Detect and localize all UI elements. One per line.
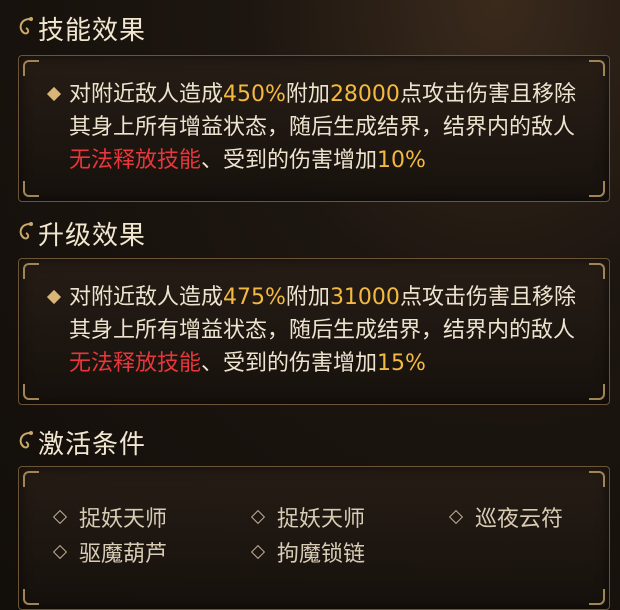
upgrade-effect-title: 升级效果 [14,215,146,252]
activation-condition-panel: 捉妖天师 捉妖天师 巡夜云符 驱魔葫芦 拘魔锁链 [18,466,610,610]
condition-item[interactable]: 捉妖天师 [250,501,365,533]
diamond-outline-icon [250,509,266,525]
condition-item[interactable]: 拘魔锁链 [250,536,365,568]
swirl-ornament-icon [19,430,33,448]
skill-effect-description: 对附近敌人造成450%附加28000点攻击伤害且移除其身上所有增益状态，随后生成… [69,82,576,173]
skill-effect-title: 技能效果 [14,10,146,47]
upgrade-effect-description: 对附近敌人造成475%附加31000点攻击伤害且移除其身上所有增益状态，随后生成… [69,285,576,376]
bullet-diamond-icon [46,86,62,102]
diamond-outline-icon [52,509,68,525]
activation-condition-title: 激活条件 [14,424,146,461]
condition-item[interactable]: 捉妖天师 [52,501,167,533]
upgrade-effect-panel: 对附近敌人造成475%附加31000点攻击伤害且移除其身上所有增益状态，随后生成… [18,258,610,405]
swirl-ornament-icon [19,221,33,239]
swirl-ornament-icon [19,16,33,34]
condition-item[interactable]: 巡夜云符 [448,501,563,533]
skill-effect-panel: 对附近敌人造成450%附加28000点攻击伤害且移除其身上所有增益状态，随后生成… [18,55,610,202]
diamond-outline-icon [52,544,68,560]
bullet-diamond-icon [46,289,62,305]
diamond-outline-icon [448,509,464,525]
condition-item[interactable]: 驱魔葫芦 [52,536,167,568]
diamond-outline-icon [250,544,266,560]
